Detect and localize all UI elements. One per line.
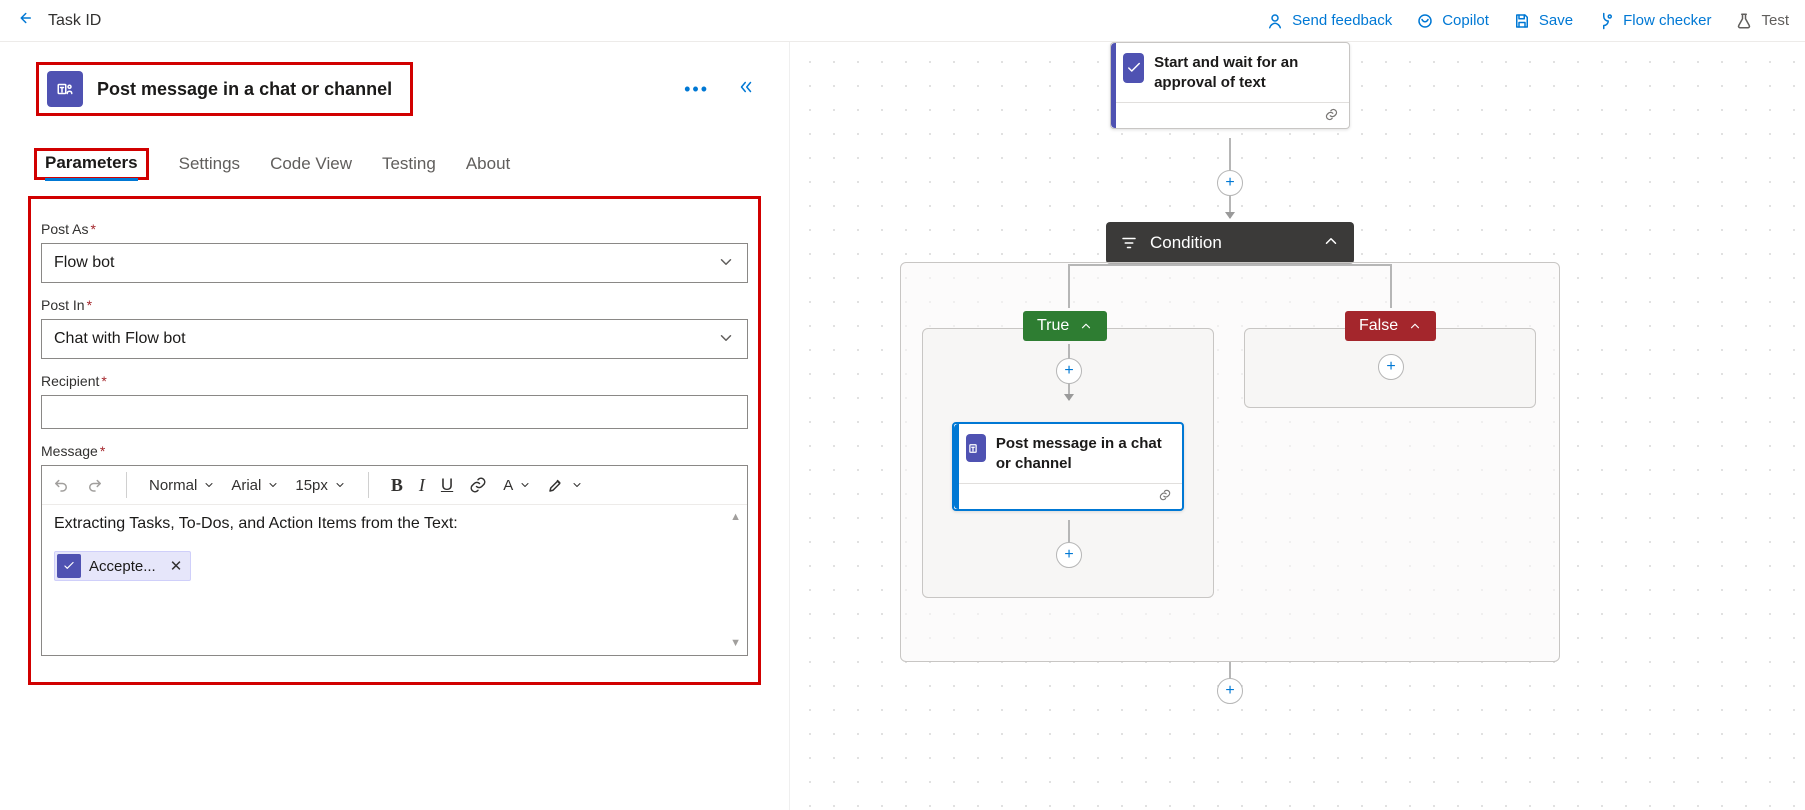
action-tabs: Parameters Settings Code View Testing Ab… <box>28 140 761 188</box>
action-details-panel: Post message in a chat or channel ••• Pa… <box>0 42 790 810</box>
copilot-button[interactable]: Copilot <box>1416 12 1489 30</box>
link-chain-icon <box>1158 488 1172 505</box>
add-step-button[interactable]: + <box>1217 170 1243 196</box>
post-in-select[interactable]: Chat with Flow bot <box>41 319 748 359</box>
send-feedback-button[interactable]: Send feedback <box>1266 12 1392 30</box>
post-as-select[interactable]: Flow bot <box>41 243 748 283</box>
action-menu-icon[interactable]: ••• <box>684 79 709 100</box>
editor-text-line: Extracting Tasks, To-Dos, and Action Ite… <box>54 515 735 533</box>
send-feedback-label: Send feedback <box>1292 12 1392 29</box>
scroll-up-icon[interactable]: ▲ <box>730 511 741 523</box>
flow-canvas[interactable]: Start and wait for an approval of text +… <box>790 42 1805 810</box>
collapse-panel-icon[interactable] <box>737 78 755 101</box>
teams-icon <box>47 71 83 107</box>
save-label: Save <box>1539 12 1573 29</box>
token-remove-icon[interactable]: ✕ <box>170 557 183 575</box>
action-header-highlight: Post message in a chat or channel <box>36 62 413 116</box>
connector-line <box>1068 264 1230 266</box>
message-editor: Normal Arial 15px B I U A ▲ Extracting T… <box>41 465 748 656</box>
add-step-button[interactable]: + <box>1056 358 1082 384</box>
flow-checker-label: Flow checker <box>1623 12 1711 29</box>
undo-icon[interactable] <box>52 476 70 494</box>
connector-line <box>1068 264 1070 308</box>
size-dropdown[interactable]: 15px <box>295 477 346 494</box>
condition-node[interactable]: Condition <box>1106 222 1354 264</box>
chevron-down-icon <box>717 253 735 274</box>
flow-checker-button[interactable]: Flow checker <box>1597 12 1711 30</box>
link-chain-icon <box>1324 107 1339 125</box>
redo-icon[interactable] <box>86 476 104 494</box>
connector-line <box>1390 264 1392 308</box>
chevron-down-icon <box>717 329 735 350</box>
editor-body[interactable]: ▲ Extracting Tasks, To-Dos, and Action I… <box>42 505 747 655</box>
add-step-button[interactable]: + <box>1217 678 1243 704</box>
top-bar-right: Send feedback Copilot Save Flow checker … <box>1266 12 1789 30</box>
test-label: Test <box>1761 12 1789 29</box>
back-icon[interactable] <box>16 9 34 32</box>
copilot-label: Copilot <box>1442 12 1489 29</box>
post-in-label: Post In* <box>41 297 748 313</box>
dynamic-content-token[interactable]: Accepte... ✕ <box>54 551 191 581</box>
top-bar: Task ID Send feedback Copilot Save Flow … <box>0 0 1805 42</box>
test-button[interactable]: Test <box>1735 12 1789 30</box>
true-branch-label[interactable]: True <box>1023 311 1107 341</box>
action-title: Post message in a chat or channel <box>97 79 392 100</box>
add-step-button[interactable]: + <box>1056 542 1082 568</box>
scroll-down-icon[interactable]: ▼ <box>730 637 741 649</box>
tab-code-view[interactable]: Code View <box>270 148 352 180</box>
condition-icon <box>1120 234 1138 252</box>
token-icon <box>57 554 81 578</box>
italic-icon[interactable]: I <box>419 475 425 496</box>
font-color-icon[interactable]: A <box>503 477 531 494</box>
chevron-up-icon[interactable] <box>1322 232 1340 255</box>
top-bar-left: Task ID <box>16 9 101 32</box>
underline-icon[interactable]: U <box>441 475 453 495</box>
tab-parameters[interactable]: Parameters <box>45 147 138 181</box>
condition-label: Condition <box>1150 233 1222 253</box>
post-as-label: Post As* <box>41 221 748 237</box>
content: Post message in a chat or channel ••• Pa… <box>0 42 1805 810</box>
action-header: Post message in a chat or channel ••• <box>28 52 761 126</box>
false-branch-label[interactable]: False <box>1345 311 1436 341</box>
recipient-input[interactable] <box>41 395 748 429</box>
tab-settings[interactable]: Settings <box>179 148 240 180</box>
editor-toolbar: Normal Arial 15px B I U A <box>42 466 747 505</box>
parameters-form: Post As* Flow bot Post In* Chat with Flo… <box>28 196 761 685</box>
post-message-card[interactable]: Post message in a chat or channel <box>952 422 1184 511</box>
save-button[interactable]: Save <box>1513 12 1573 30</box>
teams-icon <box>966 434 986 462</box>
tab-about[interactable]: About <box>466 148 510 180</box>
bold-icon[interactable]: B <box>391 475 403 496</box>
approval-card-title: Start and wait for an approval of text <box>1154 53 1337 92</box>
tab-testing[interactable]: Testing <box>382 148 436 180</box>
connector-line <box>1230 264 1392 266</box>
add-step-button[interactable]: + <box>1378 354 1404 380</box>
font-dropdown[interactable]: Arial <box>231 477 279 494</box>
breadcrumb: Task ID <box>48 12 101 30</box>
post-in-value: Chat with Flow bot <box>54 330 186 348</box>
recipient-label: Recipient* <box>41 373 748 389</box>
highlight-icon[interactable] <box>547 476 583 494</box>
token-label: Accepte... <box>89 558 156 575</box>
connector-line <box>1068 520 1070 544</box>
post-message-card-title: Post message in a chat or channel <box>996 434 1170 473</box>
approval-icon <box>1123 53 1144 83</box>
message-label: Message* <box>41 443 748 459</box>
approval-card[interactable]: Start and wait for an approval of text <box>1110 42 1350 129</box>
post-as-value: Flow bot <box>54 254 114 272</box>
link-icon[interactable] <box>469 476 487 494</box>
style-dropdown[interactable]: Normal <box>149 477 215 494</box>
